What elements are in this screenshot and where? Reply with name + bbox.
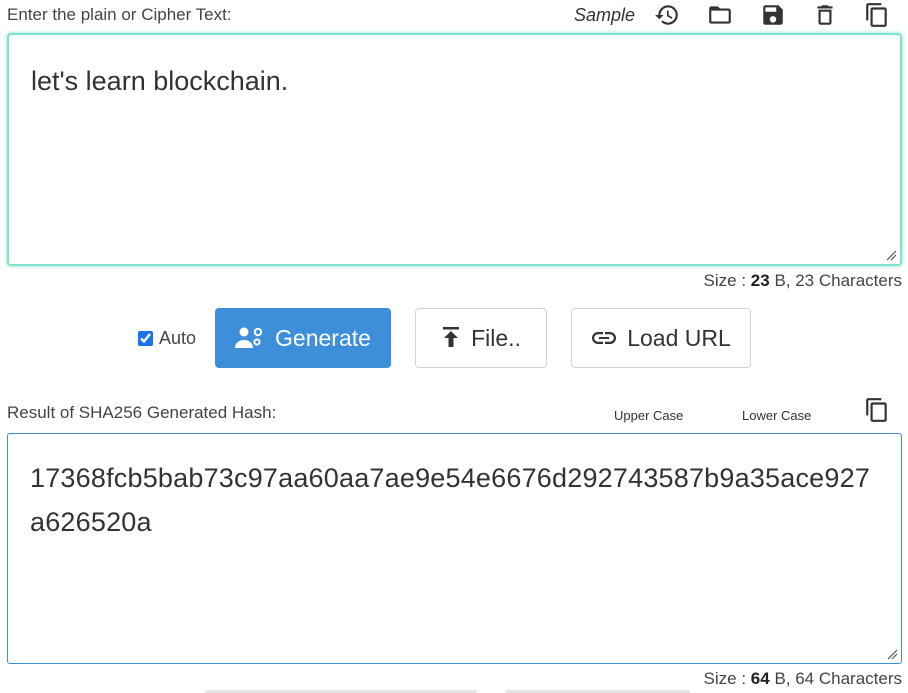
lower-case-link[interactable]: Lower Case — [742, 408, 811, 423]
file-label: File.. — [471, 324, 521, 351]
auto-label: Auto — [159, 328, 197, 348]
input-text: let's learn blockchain. — [31, 66, 289, 96]
upper-case-link[interactable]: Upper Case — [614, 408, 683, 423]
folder-open-icon[interactable] — [705, 0, 735, 30]
auto-checkbox-wrapper[interactable]: Auto — [138, 328, 196, 349]
output-size-prefix: Size : — [703, 669, 751, 688]
resize-handle-icon[interactable] — [885, 249, 897, 261]
generate-button[interactable]: Generate — [215, 308, 391, 368]
sample-link[interactable]: Sample — [574, 5, 635, 26]
users-gear-icon — [235, 327, 263, 348]
history-icon[interactable] — [652, 0, 682, 30]
input-textarea[interactable]: let's learn blockchain. — [7, 33, 902, 266]
output-textarea[interactable]: 17368fcb5bab73c97aa60aa7ae9e54e6676d2927… — [7, 433, 902, 664]
input-label: Enter the plain or Cipher Text: — [7, 5, 232, 24]
resize-handle-icon[interactable] — [886, 648, 898, 660]
save-icon[interactable] — [758, 0, 788, 30]
output-size-info: Size : 64 B, 64 Characters — [704, 669, 902, 689]
generate-label: Generate — [275, 324, 371, 351]
auto-checkbox[interactable] — [138, 331, 153, 346]
input-size-info: Size : 23 B, 23 Characters — [704, 271, 902, 291]
input-size-suffix: B, 23 Characters — [769, 271, 902, 290]
link-icon — [592, 332, 617, 344]
delete-icon[interactable] — [810, 0, 840, 30]
load-url-button[interactable]: Load URL — [571, 308, 751, 368]
output-label: Result of SHA256 Generated Hash: — [7, 403, 277, 422]
output-size-suffix: B, 64 Characters — [769, 669, 902, 688]
load-url-label: Load URL — [627, 324, 731, 351]
file-button[interactable]: File.. — [415, 308, 547, 368]
output-size-bytes: 64 — [750, 669, 770, 688]
copy-icon[interactable] — [862, 0, 892, 30]
input-size-bytes: 23 — [750, 271, 770, 290]
input-size-prefix: Size : — [703, 271, 751, 290]
copy-output-icon[interactable] — [862, 395, 892, 425]
upload-icon — [443, 327, 460, 347]
hash-output: 17368fcb5bab73c97aa60aa7ae9e54e6676d2927… — [30, 463, 871, 537]
